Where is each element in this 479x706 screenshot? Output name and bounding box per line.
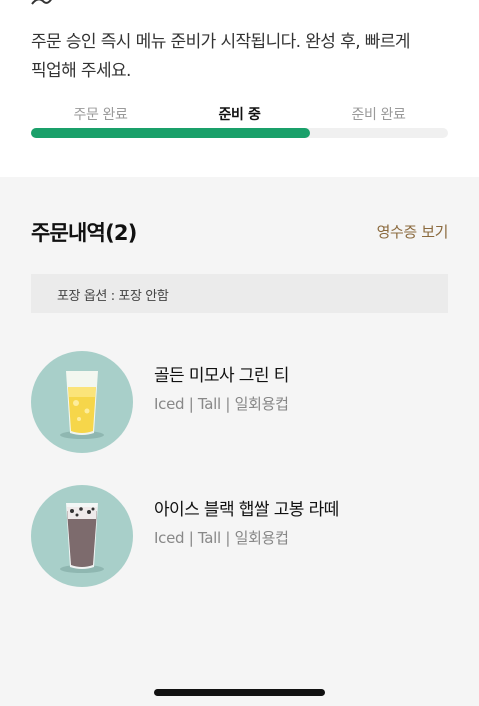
progress-bar — [31, 128, 448, 138]
notice-line-1: 주문 승인 즉시 메뉴 준비가 시작됩니다. 완성 후, 빠르게 — [31, 32, 411, 52]
notice-line-2: 픽업해 주세요. — [31, 61, 131, 81]
home-indicator — [154, 689, 325, 696]
item-options: Iced | Tall | 일회용컵 — [154, 529, 289, 547]
progress-bar-fill — [31, 128, 311, 138]
item-options: Iced | Tall | 일회용컵 — [154, 395, 289, 413]
order-item[interactable]: 골든 미모사 그린 티 Iced | Tall | 일회용컵 — [31, 351, 448, 453]
step-preparing: 준비 중 — [218, 107, 261, 123]
preparation-notice: 주문 승인 즉시 메뉴 준비가 시작됩니다. 완성 후, 빠르게 픽업해 주세요… — [31, 28, 451, 86]
step-ready: 준비 완료 — [351, 107, 406, 123]
status-illustration-icon — [31, 0, 52, 5]
packaging-option-text: 포장 옵션 : 포장 안함 — [57, 289, 169, 304]
golden-mimosa-tea-image — [31, 351, 133, 453]
black-rice-latte-image — [31, 485, 133, 587]
order-status-panel: 주문 승인 즉시 메뉴 준비가 시작됩니다. 완성 후, 빠르게 픽업해 주세요… — [0, 0, 479, 177]
step-order-complete: 주문 완료 — [73, 107, 128, 123]
packaging-option-box: 포장 옵션 : 포장 안함 — [31, 274, 448, 313]
progress-steps: 주문 완료 준비 중 준비 완료 — [31, 104, 448, 124]
view-receipt-link[interactable]: 영수증 보기 — [377, 221, 449, 242]
item-name: 골든 미모사 그린 티 — [154, 366, 289, 386]
item-name: 아이스 블랙 햅쌀 고봉 라떼 — [154, 500, 339, 520]
order-item[interactable]: 아이스 블랙 햅쌀 고봉 라떼 Iced | Tall | 일회용컵 — [31, 485, 448, 587]
order-list-title: 주문내역(2) — [31, 221, 137, 245]
